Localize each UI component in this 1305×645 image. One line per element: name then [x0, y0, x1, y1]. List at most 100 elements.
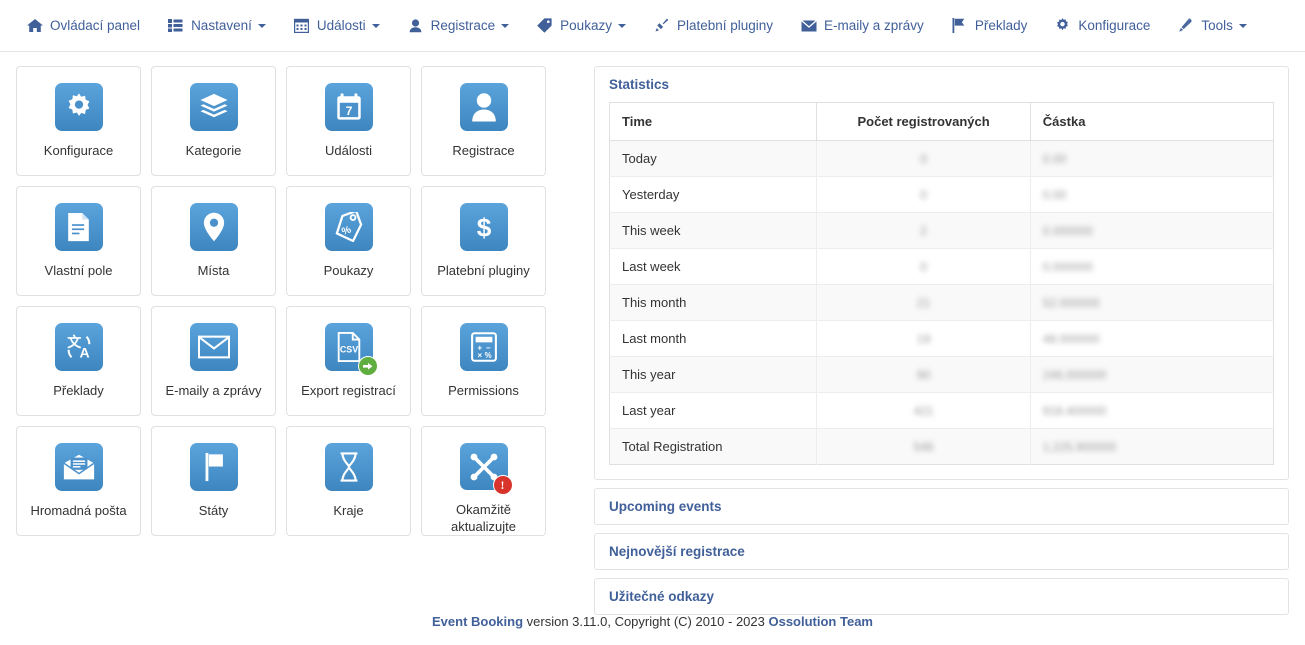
csv-file-icon: CSV	[324, 323, 378, 376]
tile-export-registraci[interactable]: CSV Export registrací	[286, 306, 411, 416]
tile-preklady[interactable]: 文A Překlady	[16, 306, 141, 416]
gear-icon	[54, 83, 103, 131]
statistics-panel-body: Time Počet registrovaných Částka Today 0…	[595, 102, 1288, 479]
list-icon	[167, 18, 184, 34]
nav-item-settings[interactable]: Nastavení	[167, 18, 266, 34]
latest-registrations-panel[interactable]: Nejnovější registrace	[594, 533, 1289, 570]
nav-label: Ovládací panel	[50, 18, 141, 33]
tile-label: Platební pluginy	[437, 263, 530, 278]
cell-count: 546	[816, 428, 1031, 465]
cell-amount: 48.000000	[1030, 320, 1274, 357]
nav-label: Události	[316, 18, 366, 33]
tile-kategorie[interactable]: Kategorie	[151, 66, 276, 176]
calendar-icon	[293, 18, 310, 34]
tile-hromadna-posta[interactable]: Hromadná pošta	[16, 426, 141, 536]
statistics-title: Statistics	[609, 77, 670, 92]
update-alert-badge: !	[492, 475, 513, 495]
nav-item-coupons[interactable]: Poukazy	[536, 18, 626, 34]
tile-platebni-pluginy[interactable]: $ Platební pluginy	[421, 186, 546, 296]
open-envelope-icon	[54, 443, 103, 491]
nav-item-emails-messages[interactable]: E-maily a zprávy	[800, 18, 924, 34]
cell-count: 21	[816, 284, 1031, 321]
user-icon	[459, 83, 508, 131]
nav-item-configuration[interactable]: Konfigurace	[1054, 18, 1150, 34]
tile-kraje[interactable]: Kraje	[286, 426, 411, 536]
table-row: Last week 0 0.000000	[609, 248, 1274, 285]
tile-label: Kraje	[333, 503, 364, 518]
cell-time: This month	[609, 284, 818, 321]
cell-count: 90	[816, 356, 1031, 393]
tile-poukazy[interactable]: % Poukazy	[286, 186, 411, 296]
pencil-icon	[1177, 18, 1194, 34]
useful-links-header[interactable]: Užitečné odkazy	[595, 579, 1288, 614]
chevron-down-icon	[257, 23, 266, 28]
tile-label: Kategorie	[185, 143, 242, 158]
svg-text:A: A	[79, 344, 89, 360]
useful-links-panel[interactable]: Užitečné odkazy	[594, 578, 1289, 615]
dollar-icon: $	[459, 203, 508, 251]
calendar-7-icon: 7	[324, 83, 373, 131]
table-row: Yesterday 0 0.00	[609, 176, 1274, 213]
nav-label: Platební pluginy	[676, 18, 774, 33]
cell-count: 0	[816, 248, 1031, 285]
footer-product-link[interactable]: Event Booking	[432, 614, 523, 629]
tile-vlastni-pole[interactable]: Vlastní pole	[16, 186, 141, 296]
footer-version-text: version 3.11.0, Copyright (C) 2010 - 202…	[523, 614, 769, 629]
tile-registrace[interactable]: Registrace	[421, 66, 546, 176]
nav-label: Poukazy	[560, 18, 612, 33]
svg-text:%: %	[484, 351, 491, 360]
cell-time: Yesterday	[609, 176, 818, 213]
cell-amount: 52.000000	[1030, 284, 1274, 321]
nav-item-payment-plugins[interactable]: Platební pluginy	[653, 18, 773, 34]
tag-icon	[536, 18, 553, 34]
nav-item-translations[interactable]: Překlady	[951, 18, 1028, 34]
joomla-icon: !	[459, 443, 513, 495]
cell-amount: 0.00	[1030, 140, 1274, 177]
tile-label: Poukazy	[323, 263, 374, 278]
quick-icons-panel: Konfigurace Kategorie 7 Události Registr…	[16, 66, 568, 623]
tile-emaily-a-zpravy[interactable]: E-maily a zprávy	[151, 306, 276, 416]
svg-text:CSV: CSV	[339, 345, 357, 355]
tile-permissions[interactable]: + − ×% Permissions	[421, 306, 546, 416]
envelope-icon	[189, 323, 238, 371]
footer: Event Booking version 3.11.0, Copyright …	[0, 614, 1305, 629]
nav-item-events[interactable]: Události	[293, 18, 380, 34]
statistics-table-body: Today 0 0.00 Yesterday 0 0.00 This week …	[609, 140, 1274, 465]
main-content: Konfigurace Kategorie 7 Události Registr…	[0, 52, 1305, 623]
discount-tag-icon: %	[324, 203, 373, 251]
tile-konfigurace[interactable]: Konfigurace	[16, 66, 141, 176]
statistics-panel-header[interactable]: Statistics	[595, 67, 1288, 102]
nav-label: Tools	[1201, 18, 1233, 33]
tile-mista[interactable]: Místa	[151, 186, 276, 296]
nav-item-tools[interactable]: Tools	[1177, 18, 1247, 34]
envelope-icon	[800, 18, 817, 34]
column-header-count: Počet registrovaných	[816, 102, 1031, 141]
chevron-down-icon	[1238, 23, 1247, 28]
tile-udalosti[interactable]: 7 Události	[286, 66, 411, 176]
hourglass-icon	[324, 443, 373, 491]
cell-count: 2	[816, 212, 1031, 249]
footer-vendor-link[interactable]: Ossolution Team	[768, 614, 873, 629]
column-header-amount: Částka	[1030, 102, 1274, 141]
nav-label: Konfigurace	[1078, 18, 1151, 33]
column-header-time: Time	[609, 102, 818, 141]
tile-label: Permissions	[448, 383, 519, 398]
table-row: This year 90 246.000000	[609, 356, 1274, 393]
statistics-table: Time Počet registrovaných Částka Today 0…	[609, 102, 1274, 465]
cell-count: 0	[816, 176, 1031, 213]
table-row: Today 0 0.00	[609, 140, 1274, 177]
nav-item-registrations[interactable]: Registrace	[407, 18, 510, 34]
cell-amount: 1,225.900000	[1042, 440, 1117, 454]
svg-text:$: $	[476, 212, 491, 242]
tile-label: Státy	[198, 503, 229, 518]
tile-staty[interactable]: Státy	[151, 426, 276, 536]
statistics-panel: Statistics Time Počet registrovaných Čás…	[594, 66, 1289, 480]
upcoming-events-header[interactable]: Upcoming events	[595, 489, 1288, 524]
map-pin-icon	[189, 203, 238, 251]
tile-okamzite-aktualizujte[interactable]: ! Okamžitě aktualizujte	[421, 426, 546, 536]
nav-item-dashboard[interactable]: Ovládací panel	[26, 18, 140, 34]
upcoming-events-panel[interactable]: Upcoming events	[594, 488, 1289, 525]
latest-registrations-header[interactable]: Nejnovější registrace	[595, 534, 1288, 569]
nav-label: Překlady	[974, 18, 1028, 33]
table-row: This month 21 52.000000	[609, 284, 1274, 321]
